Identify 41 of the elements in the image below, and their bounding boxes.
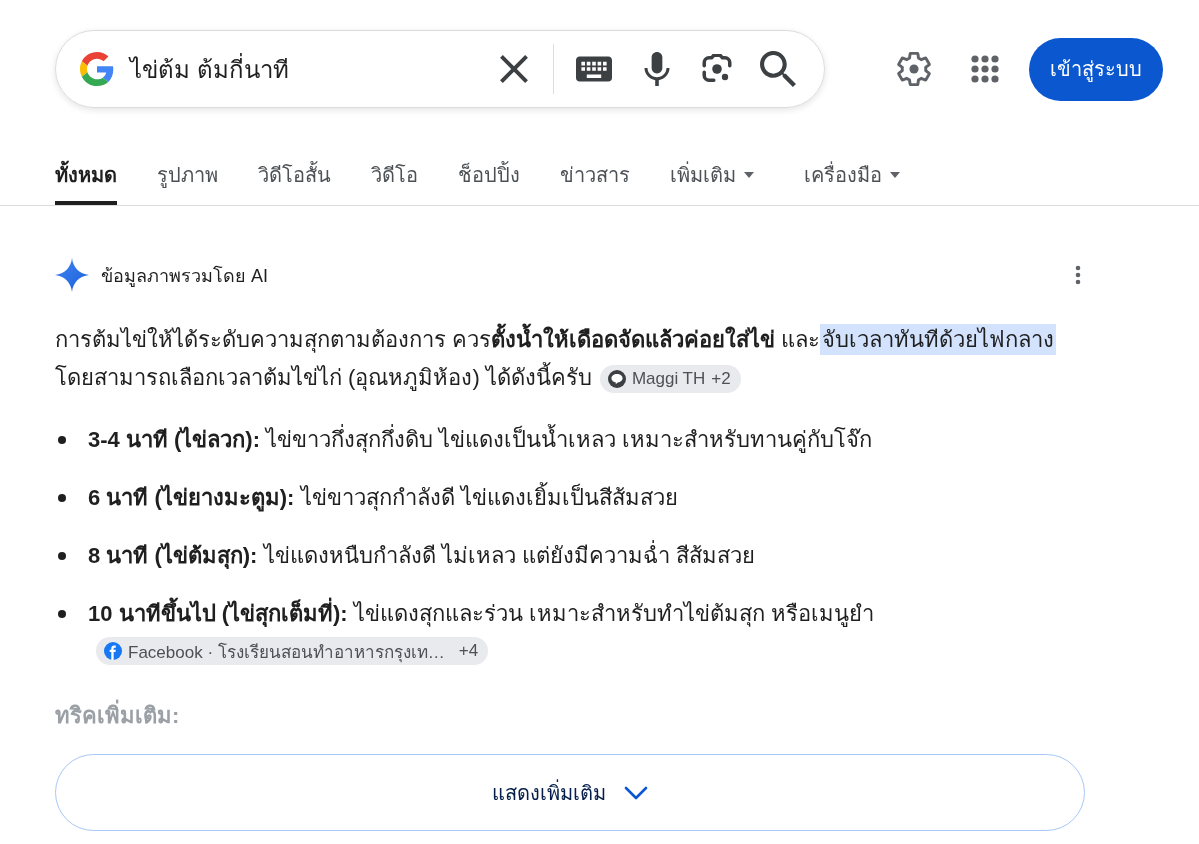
bullet-icon [58,494,66,502]
image-search-button[interactable] [702,54,732,84]
clear-button[interactable] [497,52,531,86]
search-query[interactable]: ไข่ต้ม ต้มกี่นาที [130,49,289,89]
apps-button[interactable] [971,55,999,83]
show-more-button[interactable]: แสดงเพิ่มเติม [55,754,1085,831]
more-vert-icon [1075,265,1081,285]
close-icon [497,52,531,86]
apps-grid-icon [971,55,999,83]
bullet-icon [58,610,66,618]
search-button[interactable] [760,51,796,87]
source-chip[interactable]: Facebook · โรงเรียนสอนทำอาหารกรุงเท… +4 [96,637,489,666]
search-tab[interactable]: วิดีโอสั้น [258,145,331,205]
faded-heading: ทริคเพิ่มเติม: [55,698,180,734]
bullet-icon [58,552,66,560]
camera-lens-icon [702,54,732,84]
search-tab[interactable]: ช็อปปิ้ง [458,145,520,205]
search-tab[interactable]: ทั้งหมด [55,145,117,205]
settings-icon [897,52,931,86]
chat-bubble-icon [607,370,626,389]
list-item-text: 8 นาที (ไข่ต้มสุก): ไข่แดงหนืบกำลังดี ไม่เหลว แต่ยังมีความฉ่ำ สีส้มสวย [88,538,755,574]
overview-paragraph: การต้มไข่ให้ได้ระดับความสุกตามต้องการ ควรตั้งน้ำให้เดือดจัดแล้วค่อยใส่ไข่ และ จับเวลาทันทีด้วยไฟกลาง โดยสามารถเลือกเวลาต้มไข่ไก่ (อุณหภูมิห้อง) ได้ดังนี้ครับ Maggi TH +2 [55,321,1085,397]
source-chip[interactable]: Maggi TH +2 [599,365,741,394]
letter-g-logo-icon [80,52,114,86]
search-tab[interactable]: เครื่องมือ [804,145,900,205]
list-item-text: 6 นาที (ไข่ยางมะตูม): ไข่ขาวสุกกำลังดี ไข่แดงเยิ้มเป็นสีส้มสวย [88,480,678,516]
list-item-text: 3-4 นาที (ไข่ลวก): ไข่ขาวกึ่งสุกกึ่งดิบ ไข่แดงเป็นน้ำเหลว เหมาะสำหรับทานคู่กับโจ๊ก [88,422,873,458]
sign-in-button[interactable]: เข้าสู่ระบบ [1029,37,1163,101]
search-icon [760,51,796,87]
letter-f-circle-icon [104,642,122,661]
settings-button[interactable] [897,52,931,86]
bullet-icon [58,436,66,444]
overview-title: ข้อมูลภาพรวมโดย AI [101,264,268,289]
search-tab[interactable]: เพิ่มเติม [670,145,754,205]
sparkle-icon [55,258,89,292]
chevron-down-icon [624,785,648,800]
list-item-text: 10 นาทีขึ้นไป (ไข่สุกเต็มที่): ไข่แดงสุกและร่วน เหมาะสำหรับทำไข่ต้มสุก หรือเมนูยำ Facebook · โรงเรียนสอนทำอาหารกรุงเท… +4 [88,596,1085,668]
more-options-button[interactable] [1075,265,1081,285]
search-tab[interactable]: วิดีโอ [371,145,418,205]
search-tab[interactable]: ข่าวสาร [560,145,630,205]
search-tab[interactable]: รูปภาพ [157,145,218,205]
